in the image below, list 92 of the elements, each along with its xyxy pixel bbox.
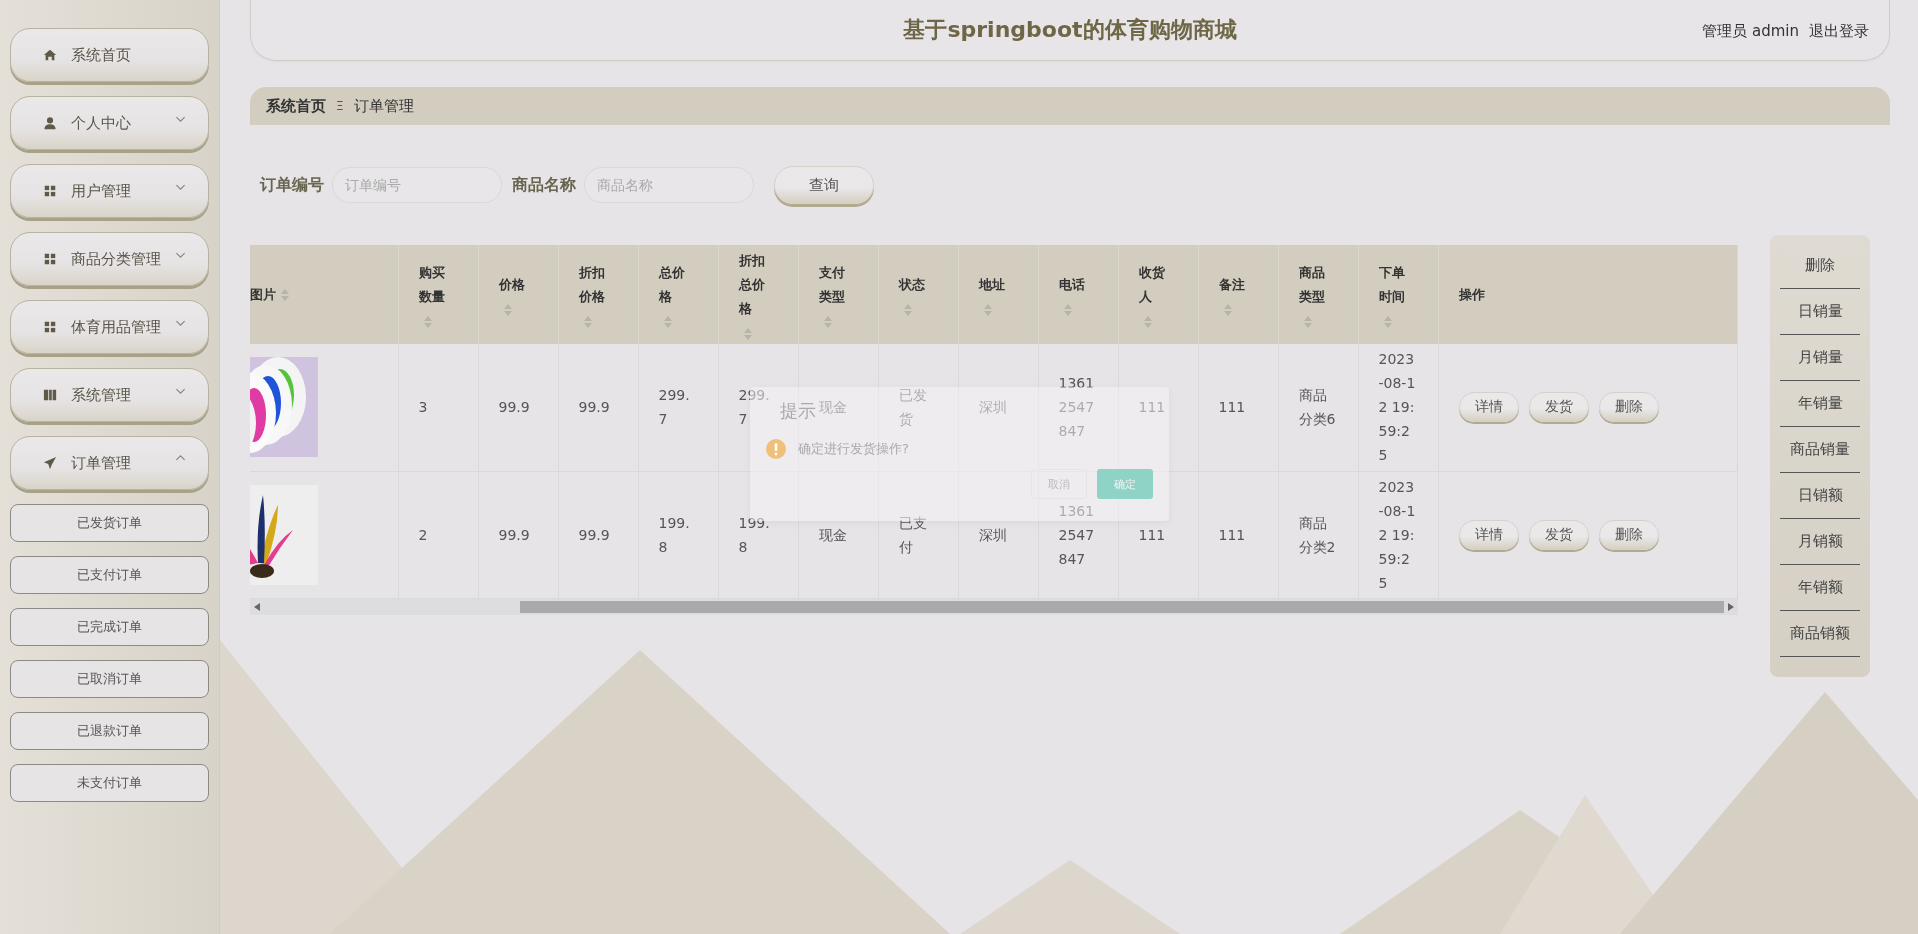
table-cell-text: 199.8 [738,513,771,557]
menu-item[interactable]: 系统管理 [10,368,209,422]
field-label: 订单编号 [260,174,324,196]
table-cell-text: 199.8 [658,513,691,557]
breadcrumb-link[interactable]: 订单管理 [353,96,414,116]
column-header: 备注 [1218,275,1245,294]
table-cell-text: 99.9 [578,525,611,545]
panel-button[interactable]: 年销量 [1780,381,1860,427]
panel-button[interactable]: 月销额 [1780,519,1860,565]
table-cell-text: 111 [1138,525,1167,545]
warning-icon [766,439,786,459]
column-header: 状态 [898,275,925,294]
panel-button[interactable]: 商品销额 [1780,611,1860,657]
column-header: 操作 [1458,285,1485,304]
submenu-item[interactable]: 已支付订单 [10,556,209,594]
books-icon [43,388,57,402]
breadcrumb-link[interactable]: 系统首页 [266,96,326,116]
search-field[interactable]: 订单编号 [332,167,502,203]
column-header: 折扣总价格 [738,251,766,318]
user-label: 管理员 admin [1702,22,1799,41]
action-button[interactable]: 发货 [1528,392,1589,423]
panel-button[interactable]: 年销额 [1780,565,1860,611]
table-cell-text: 13612547847 [1058,501,1096,569]
action-button[interactable]: 删除 [1598,392,1659,423]
table-cell-text: 299.7 [658,386,691,430]
submenu-item[interactable]: 已完成订单 [10,608,209,646]
table-cell-text: 111 [1138,398,1167,418]
column-header: 价格 [498,275,525,294]
column-header: 收货人 [1138,263,1166,306]
panel-button[interactable]: 删除 [1780,243,1860,289]
table-cell-text: 2023-08-12 19:59:25 [1378,477,1417,593]
table-cell-text: 99.9 [578,398,611,418]
panel-button[interactable]: 月销量 [1780,335,1860,381]
home-icon [43,48,57,62]
panel-button[interactable]: 商品销量 [1780,427,1860,473]
grid-icon [43,252,57,266]
table-cell-text: 已发货 [898,386,928,430]
scroll-right-icon[interactable] [1728,602,1734,611]
submenu-item[interactable]: 已发货订单 [10,504,209,542]
column-header: 购买数量 [418,263,446,306]
user-icon [43,116,57,130]
table-cell-text: 13612547847 [1058,374,1096,442]
column-header: 商品类型 [1298,263,1326,306]
table-cell-text: 111 [1218,525,1247,545]
column-header: 折扣价格 [578,263,606,306]
grid-icon [43,184,57,198]
panel-button[interactable]: 日销量 [1780,289,1860,335]
table-cell-text: 99.9 [498,398,531,418]
submenu-item[interactable]: 已退款订单 [10,712,209,750]
table-cell-text: 3 [418,398,429,418]
action-button[interactable]: 发货 [1528,519,1589,550]
table-cell-text: 111 [1218,398,1247,418]
column-header: 支付类型 [818,263,846,306]
table-cell-text: 商品分类6 [1298,386,1337,430]
dialog-title: 提示 [780,399,816,423]
site-title: 基于springboot的体育购物商城 [903,16,1237,44]
menu-item[interactable]: 商品分类管理 [10,232,209,286]
column-header: 下单时间 [1378,263,1406,306]
menu-item[interactable]: 用户管理 [10,164,209,218]
menu-item[interactable]: 个人中心 [10,96,209,150]
menu-item[interactable]: 系统首页 [10,28,209,82]
menu-item[interactable]: 订单管理 [10,436,209,490]
column-header: 图片 [250,285,276,304]
dialog-message: 确定进行发货操作? [798,440,909,458]
paper-plane-icon [43,456,57,470]
table-cell-text: 深圳 [978,525,1008,545]
column-header: 电话 [1058,275,1085,294]
table-cell-text: 2023-08-12 19:59:25 [1378,350,1417,466]
logout-link[interactable]: 退出登录 [1809,22,1869,41]
table-cell-text: 深圳 [978,398,1008,418]
table-cell-text: 商品分类2 [1298,513,1337,557]
table-cell-text: 2 [418,525,429,545]
action-button[interactable]: 详情 [1458,392,1519,423]
submenu-item[interactable]: 未支付订单 [10,764,209,802]
table-cell-text: 现金 [818,525,848,545]
action-button[interactable]: 删除 [1598,519,1659,550]
search-field[interactable]: 商品名称 [584,167,754,203]
table-cell-text: 299.7 [738,386,771,430]
grid-icon [43,320,57,334]
scroll-left-icon[interactable] [254,602,260,611]
separator-icon: Ξ [336,99,344,113]
submenu-item[interactable]: 已取消订单 [10,660,209,698]
action-button[interactable]: 详情 [1458,519,1519,550]
table-cell-text: 现金 [818,398,848,418]
table-cell-text: 99.9 [498,525,531,545]
column-header: 地址 [978,275,1005,294]
field-label: 商品名称 [512,174,576,196]
menu-item[interactable]: 体育用品管理 [10,300,209,354]
panel-button[interactable]: 日销额 [1780,473,1860,519]
search-button[interactable]: 查询 [774,166,874,204]
column-header: 总价格 [658,263,686,306]
table-cell-text: 已支付 [898,513,928,557]
